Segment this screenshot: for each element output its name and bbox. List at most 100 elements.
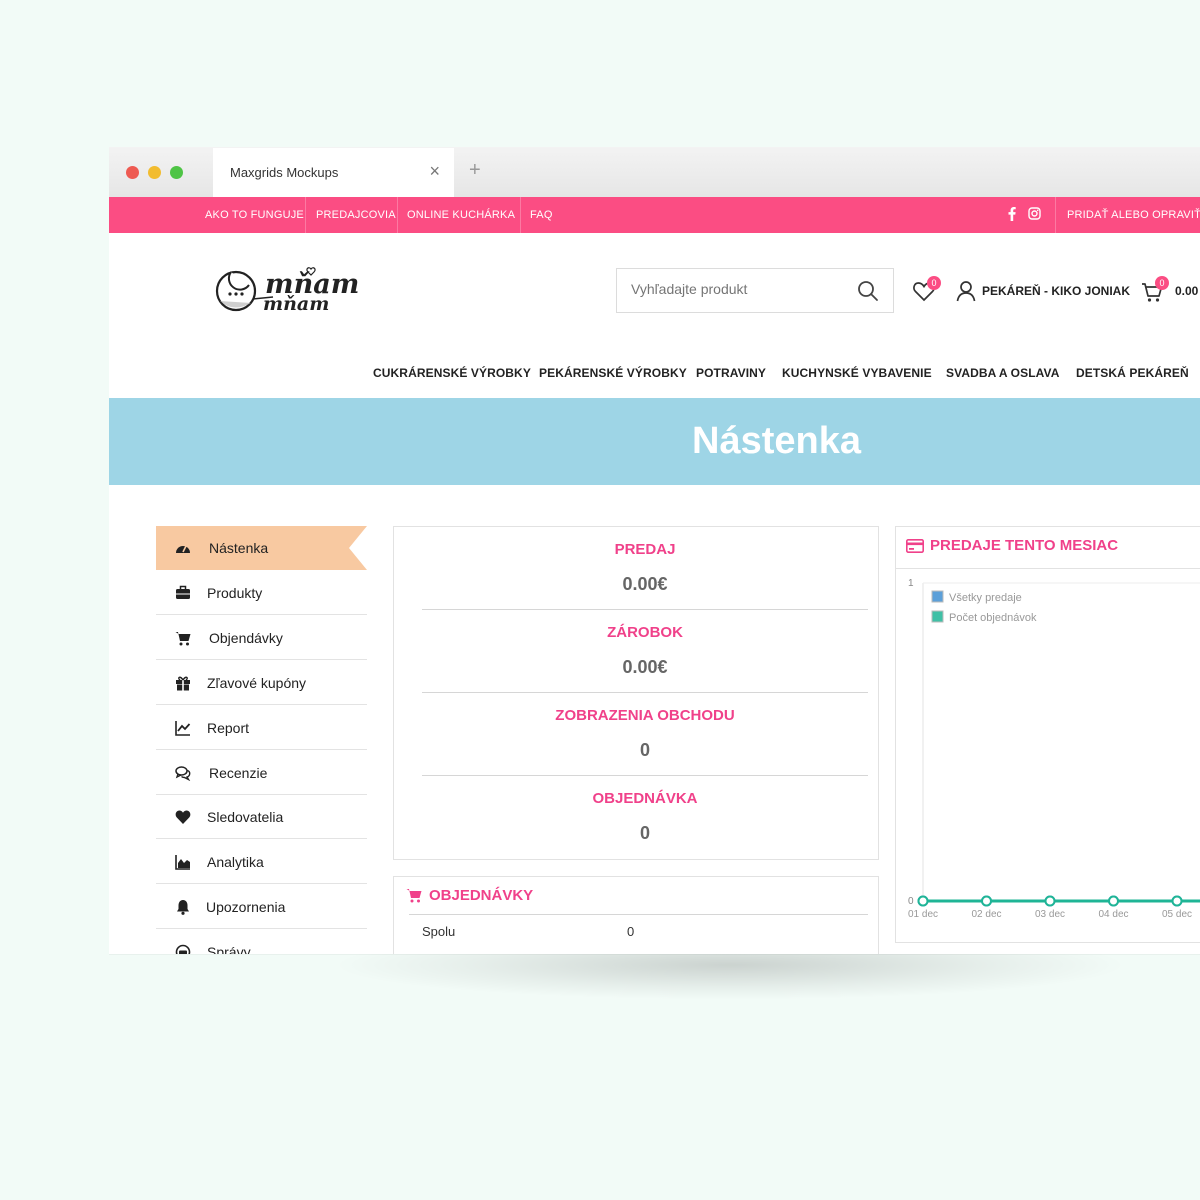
credit-card-icon [906, 539, 924, 553]
messages-icon [175, 944, 191, 954]
page-title: Nástenka [692, 420, 861, 462]
top-bar: AKO TO FUNGUJE PREDAJCOVIA ONLINE KUCHÁR… [109, 197, 1200, 233]
legend-label: Všetky predaje [949, 592, 1022, 604]
search-icon[interactable] [857, 280, 879, 302]
gift-icon [176, 676, 190, 691]
close-window-button[interactable] [126, 166, 139, 179]
data-point [1108, 895, 1119, 907]
x-tick-label: 03 dec [1035, 909, 1065, 920]
sidebar-item-label: Report [207, 720, 250, 736]
stat-value: 0 [639, 740, 650, 760]
search-input[interactable] [631, 281, 851, 297]
instagram-icon[interactable] [1028, 207, 1041, 220]
sidebar-item-spravy[interactable]: Správy [156, 930, 367, 954]
nav-item-cukrarenske-vyrobky[interactable]: CUKRÁRENSKÉ VÝROBKY [373, 366, 531, 380]
x-tick-label: 01 dec [908, 909, 938, 920]
orders-panel: OBJEDNÁVKY Spolu 0 [393, 876, 879, 954]
sidebar-item-report[interactable]: Report [156, 706, 367, 750]
stat-value: 0 [639, 823, 650, 843]
stat-zarobok: ZÁROBOK 0.00€ [422, 610, 868, 693]
topbar-link-predajcovia[interactable]: PREDAJCOVIA [316, 197, 396, 233]
mnam-logo[interactable]: mňam mňam [213, 263, 393, 315]
nav-item-kuchynske-vybavenie[interactable]: KUCHYNSKÉ VYBAVENIE [782, 366, 932, 380]
user-icon[interactable] [956, 280, 976, 302]
topbar-link-online-kucharka[interactable]: ONLINE KUCHÁRKA [407, 197, 515, 233]
topbar-link-faq[interactable]: FAQ [530, 197, 553, 233]
sidebar-item-sledovatelia[interactable]: Sledovatelia [156, 795, 367, 839]
active-indicator [349, 526, 367, 570]
cart-count-badge: 0 [1155, 276, 1169, 290]
sidebar-item-recenzie[interactable]: Recenzie [156, 751, 367, 795]
sidebar-item-nastenka[interactable]: Nástenka [156, 526, 367, 570]
stat-zobrazenia-obchodu: ZOBRAZENIA OBCHODU 0 [422, 693, 868, 776]
legend-swatch [931, 610, 944, 623]
stat-value: 0.00€ [622, 574, 668, 594]
sidebar-item-label: Upozornenia [206, 899, 286, 915]
sales-line-chart: 0 1 Všetky predaje Počet objednávok 01 dec 02… [908, 578, 1200, 920]
browser-tab[interactable]: Maxgrids Mockups × [213, 148, 454, 197]
divider [397, 197, 398, 233]
divider [409, 914, 868, 915]
topbar-link-add-or-edit[interactable]: PRIDAŤ ALEBO OPRAVIŤ P [1067, 197, 1200, 233]
data-point [917, 895, 929, 907]
sidebar-item-zlavove-kupony[interactable]: Zľavové kupóny [156, 661, 367, 705]
line-chart-icon [175, 721, 191, 736]
orders-panel-header: OBJEDNÁVKY [405, 887, 533, 904]
user-name-link[interactable]: PEKÁREŇ - KIKO JONIAK [982, 284, 1130, 298]
nav-item-potraviny[interactable]: POTRAVINY [696, 366, 766, 380]
data-point [1171, 895, 1183, 907]
orders-row-label: Spolu [422, 924, 456, 939]
sidebar-item-label: Nástenka [209, 540, 269, 556]
sidebar-item-analytika[interactable]: Analytika [156, 840, 367, 884]
tab-title: Maxgrids Mockups [230, 165, 339, 180]
facebook-icon[interactable] [1008, 207, 1016, 221]
minimize-window-button[interactable] [148, 166, 161, 179]
nav-item-svadba-a-oslava[interactable]: SVADBA A OSLAVA [946, 366, 1060, 380]
nav-item-detska-pekaren[interactable]: DETSKÁ PEKÁREŇ [1076, 366, 1189, 380]
sidebar-item-produkty[interactable]: Produkty [156, 571, 367, 615]
sidebar-item-label: Správy [207, 944, 251, 954]
chart-panel-header: PREDAJE TENTO MESIAC [906, 537, 1118, 554]
cart-icon [406, 889, 422, 903]
nav-item-pekarenske-vyrobky[interactable]: PEKÁRENSKÉ VÝROBKY [539, 366, 687, 380]
legend-label: Počet objednávok [949, 612, 1037, 624]
sidebar-item-label: Recenzie [209, 765, 268, 781]
stat-title: PREDAJ [614, 541, 676, 558]
sidebar-item-objendavky[interactable]: Objendávky [156, 616, 367, 660]
stat-title: ZÁROBOK [607, 624, 683, 641]
cart-total[interactable]: 0.00 [1175, 284, 1198, 298]
sidebar-item-label: Zľavové kupóny [207, 675, 307, 691]
y-tick-label: 0 [908, 896, 914, 907]
stat-title: ZOBRAZENIA OBCHODU [555, 707, 735, 724]
sales-chart-panel: PREDAJE TENTO MESIAC 0 1 Všetky predaje Poč… [895, 526, 1200, 943]
stats-panel: PREDAJ 0.00€ ZÁROBOK 0.00€ ZOBRAZENIA OB… [393, 526, 879, 860]
cart-icon [175, 632, 191, 646]
data-point [1044, 895, 1056, 907]
dashboard-icon [176, 545, 190, 553]
bell-icon [177, 900, 189, 915]
chart-panel-title: PREDAJE TENTO MESIAC [930, 537, 1119, 554]
stat-value: 0.00€ [622, 657, 668, 677]
svg-text:mňam: mňam [263, 293, 329, 315]
sidebar-item-upozornenia[interactable]: Upozornenia [156, 885, 367, 929]
maximize-window-button[interactable] [170, 166, 183, 179]
sidebar-item-label: Analytika [207, 854, 264, 870]
stat-objednavka: OBJEDNÁVKA 0 [422, 776, 868, 859]
browser-window: Maxgrids Mockups × + AKO TO FUNGUJE PRED… [109, 147, 1200, 954]
new-tab-icon[interactable]: + [469, 159, 481, 182]
divider [1055, 197, 1056, 233]
stat-predaj: PREDAJ 0.00€ [422, 527, 868, 610]
page-hero: Nástenka [109, 398, 1200, 485]
wishlist-count-badge: 0 [927, 276, 941, 290]
heart-icon [175, 810, 191, 824]
x-tick-label: 02 dec [971, 909, 1001, 920]
x-tick-label: 05 dec [1162, 909, 1192, 920]
area-chart-icon [175, 855, 190, 870]
sidebar-item-label: Objendávky [209, 630, 283, 646]
browser-chrome: Maxgrids Mockups × + [109, 147, 1200, 197]
divider [305, 197, 306, 233]
topbar-link-ako-to-funguje[interactable]: AKO TO FUNGUJE [205, 197, 304, 233]
close-tab-icon[interactable]: × [429, 161, 440, 182]
briefcase-icon [176, 585, 190, 599]
sidebar-item-label: Sledovatelia [207, 809, 284, 825]
